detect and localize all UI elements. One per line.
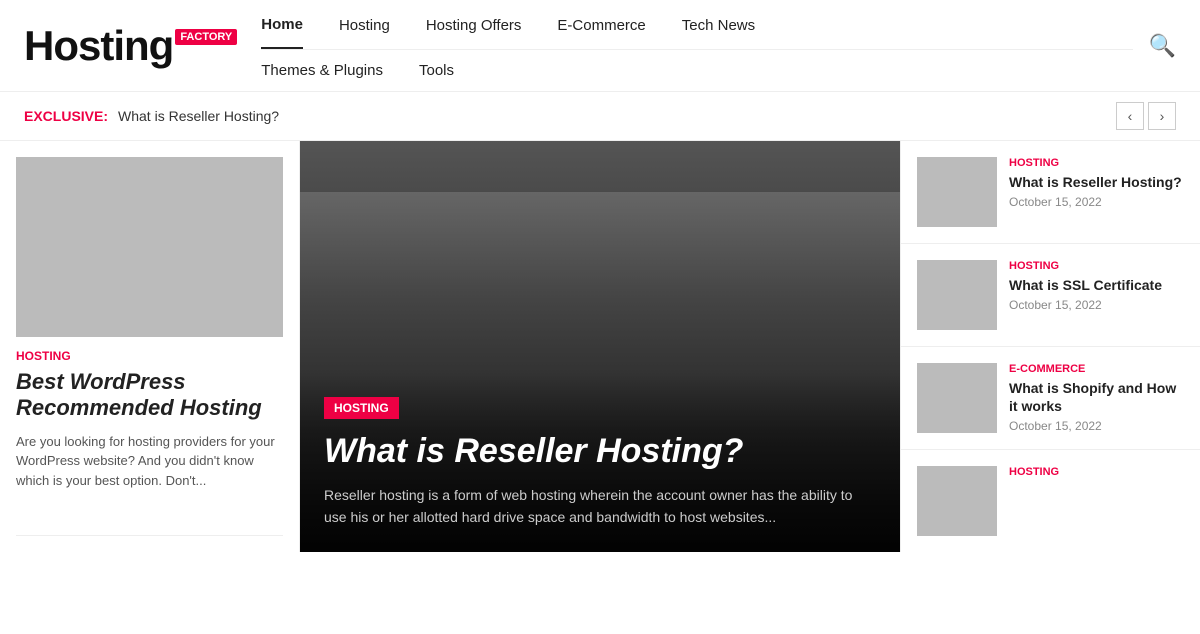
main-content: HOSTING Best WordPress Recommended Hosti… [0,141,1200,552]
secondary-nav: Themes & Plugins Tools [261,50,1132,91]
right-card-2-date: October 15, 2022 [1009,298,1184,312]
logo-text: Hosting [24,25,173,67]
nav-item-ecommerce[interactable]: E-Commerce [557,17,645,48]
right-card-3-category: E-COMMERCE [1009,363,1184,375]
right-card-1-category: HOSTING [1009,157,1184,169]
main-center-card: HOSTING What is Reseller Hosting? Resell… [300,141,900,552]
right-card-3-date: October 15, 2022 [1009,419,1184,433]
header: HostingFACTORY Home Hosting Hosting Offe… [0,0,1200,92]
right-card-3: E-COMMERCE What is Shopify and How it wo… [901,347,1200,450]
nav-item-tech-news[interactable]: Tech News [682,17,755,48]
chevron-right-icon: › [1160,108,1165,124]
left-card-category: HOSTING [16,349,283,363]
breaking-text: What is Reseller Hosting? [118,108,1116,124]
right-card-3-image [917,363,997,433]
logo-area: HostingFACTORY [24,0,261,91]
left-card-image [16,157,283,337]
nav-column: Home Hosting Hosting Offers E-Commerce T… [261,0,1132,91]
right-card-2-image [917,260,997,330]
exclusive-label: EXCLUSIVE: [24,108,108,124]
right-card-2-title: What is SSL Certificate [1009,276,1184,294]
nav-item-hosting-offers[interactable]: Hosting Offers [426,17,522,48]
right-card-2: HOSTING What is SSL Certificate October … [901,244,1200,347]
left-card-excerpt: Are you looking for hosting providers fo… [16,432,283,491]
right-card-4-content: HOSTING [1009,466,1184,536]
nav-item-home[interactable]: Home [261,16,303,49]
right-card-2-content: HOSTING What is SSL Certificate October … [1009,260,1184,330]
right-card-4-image [917,466,997,536]
logo-factory-badge: FACTORY [175,29,237,45]
right-card-1-content: HOSTING What is Reseller Hosting? Octobe… [1009,157,1184,227]
sidebar-left: HOSTING Best WordPress Recommended Hosti… [0,141,300,552]
left-card-title: Best WordPress Recommended Hosting [16,369,283,422]
breaking-prev-button[interactable]: ‹ [1116,102,1144,130]
right-card-4-category: HOSTING [1009,466,1184,478]
breaking-bar: EXCLUSIVE: What is Reseller Hosting? ‹ › [0,92,1200,141]
right-card-1-date: October 15, 2022 [1009,195,1184,209]
right-card-3-content: E-COMMERCE What is Shopify and How it wo… [1009,363,1184,433]
center-card-overlay: HOSTING What is Reseller Hosting? Resell… [300,373,900,553]
logo-link[interactable]: HostingFACTORY [24,25,237,67]
right-card-1-image [917,157,997,227]
center-card-image: HOSTING What is Reseller Hosting? Resell… [300,141,900,552]
nav-item-themes[interactable]: Themes & Plugins [261,62,383,79]
right-card-4: HOSTING [901,450,1200,552]
search-button[interactable]: 🔍 [1149,33,1176,59]
breaking-next-button[interactable]: › [1148,102,1176,130]
chevron-left-icon: ‹ [1128,108,1133,124]
center-card-title: What is Reseller Hosting? [324,431,876,472]
primary-nav: Home Hosting Hosting Offers E-Commerce T… [261,0,1132,50]
right-card-2-category: HOSTING [1009,260,1184,272]
search-area: 🔍 [1133,0,1176,91]
center-card-category: HOSTING [324,397,399,419]
search-icon: 🔍 [1149,33,1176,59]
right-card-1-title: What is Reseller Hosting? [1009,173,1184,191]
nav-item-tools[interactable]: Tools [419,62,454,79]
breaking-navigation: ‹ › [1116,102,1176,130]
right-card-3-title: What is Shopify and How it works [1009,379,1184,415]
sidebar-right: HOSTING What is Reseller Hosting? Octobe… [900,141,1200,552]
center-card-excerpt: Reseller hosting is a form of web hostin… [324,484,876,529]
right-card-1: HOSTING What is Reseller Hosting? Octobe… [901,141,1200,244]
nav-item-hosting[interactable]: Hosting [339,17,390,48]
